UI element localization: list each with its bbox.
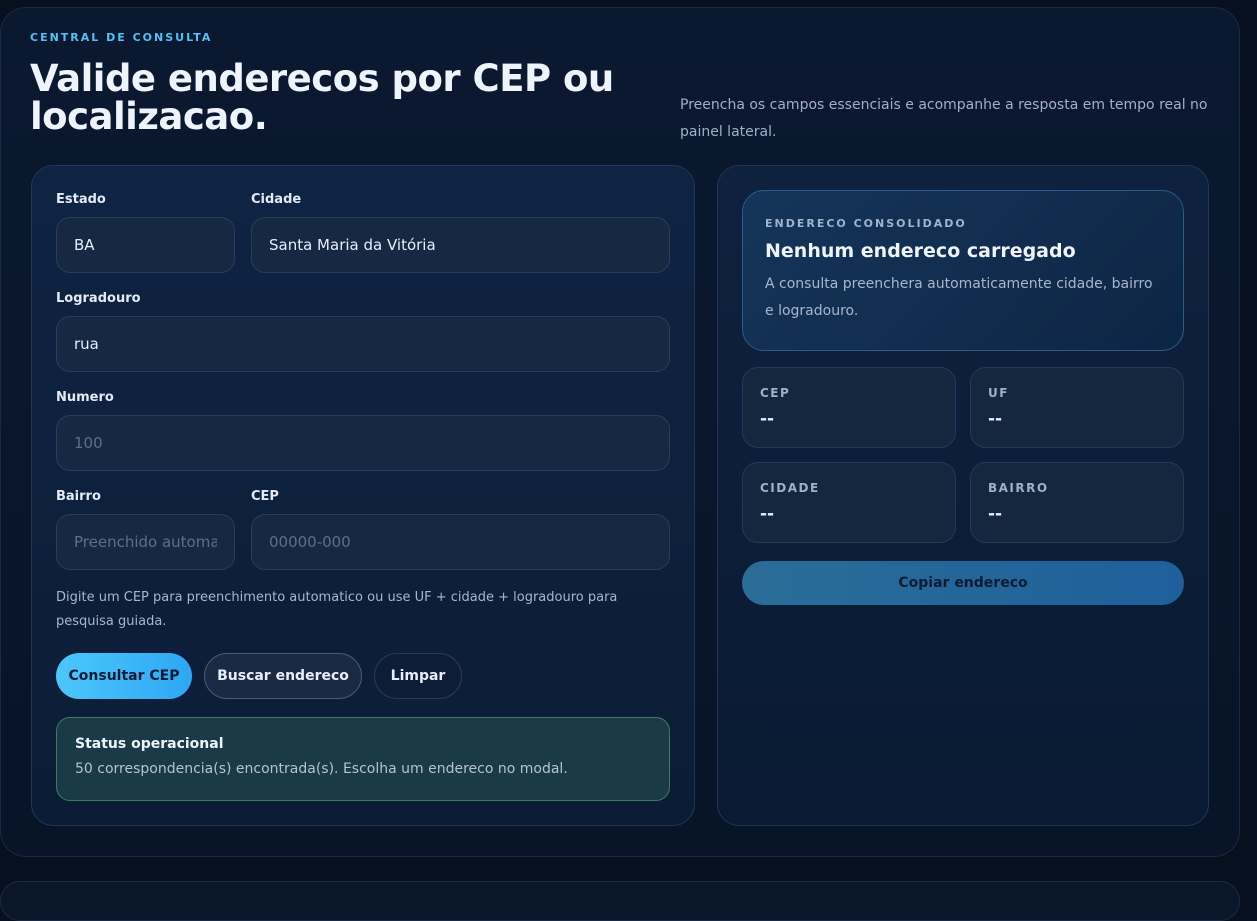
cep-tile-value: -- (760, 409, 775, 429)
cidade-label: Cidade (251, 192, 302, 207)
status-box: Status operacional 50 correspondencia(s)… (56, 717, 670, 801)
bairro-tile-label: BAIRRO (988, 481, 1049, 495)
cep-tile: CEP -- (742, 367, 956, 448)
cep-tile-label: CEP (760, 386, 791, 400)
page-title: Valide enderecos por CEP ou localizacao. (30, 57, 614, 138)
bairro-tile-value: -- (988, 504, 1003, 524)
estado-input[interactable] (56, 217, 235, 273)
cep-input[interactable] (251, 514, 670, 570)
cidade-input[interactable] (251, 217, 670, 273)
numero-label: Numero (56, 390, 114, 405)
status-title: Status operacional (75, 736, 224, 752)
header-eyebrow: CENTRAL DE CONSULTA (30, 31, 213, 44)
page-subtitle: Preencha os campos essenciais e acompanh… (680, 97, 1208, 140)
copiar-endereco-button[interactable]: Copiar endereco (742, 561, 1184, 605)
form-hint: Digite um CEP para preenchimento automat… (56, 590, 618, 629)
cidade-tile: CIDADE -- (742, 462, 956, 543)
uf-tile: UF -- (970, 367, 1184, 448)
cidade-tile-label: CIDADE (760, 481, 820, 495)
status-text: 50 correspondencia(s) encontrada(s). Esc… (75, 761, 568, 777)
cidade-tile-value: -- (760, 504, 775, 524)
numero-input[interactable] (56, 415, 670, 471)
consultar-cep-button[interactable]: Consultar CEP (56, 653, 192, 699)
buscar-endereco-button[interactable]: Buscar endereco (204, 653, 362, 699)
address-summary-card: ENDERECO CONSOLIDADO Nenhum endereco car… (742, 190, 1184, 351)
bairro-input[interactable] (56, 514, 235, 570)
limpar-button[interactable]: Limpar (374, 653, 462, 699)
uf-tile-value: -- (988, 409, 1003, 429)
summary-text: A consulta preenchera automaticamente ci… (765, 276, 1153, 319)
bairro-tile: BAIRRO -- (970, 462, 1184, 543)
logradouro-label: Logradouro (56, 291, 141, 306)
cep-label: CEP (251, 489, 279, 504)
uf-tile-label: UF (988, 386, 1009, 400)
bairro-label: Bairro (56, 489, 101, 504)
estado-label: Estado (56, 192, 106, 207)
logradouro-input[interactable] (56, 316, 670, 372)
summary-eyebrow: ENDERECO CONSOLIDADO (765, 217, 967, 230)
secondary-card (0, 881, 1240, 921)
summary-title: Nenhum endereco carregado (765, 240, 1076, 262)
